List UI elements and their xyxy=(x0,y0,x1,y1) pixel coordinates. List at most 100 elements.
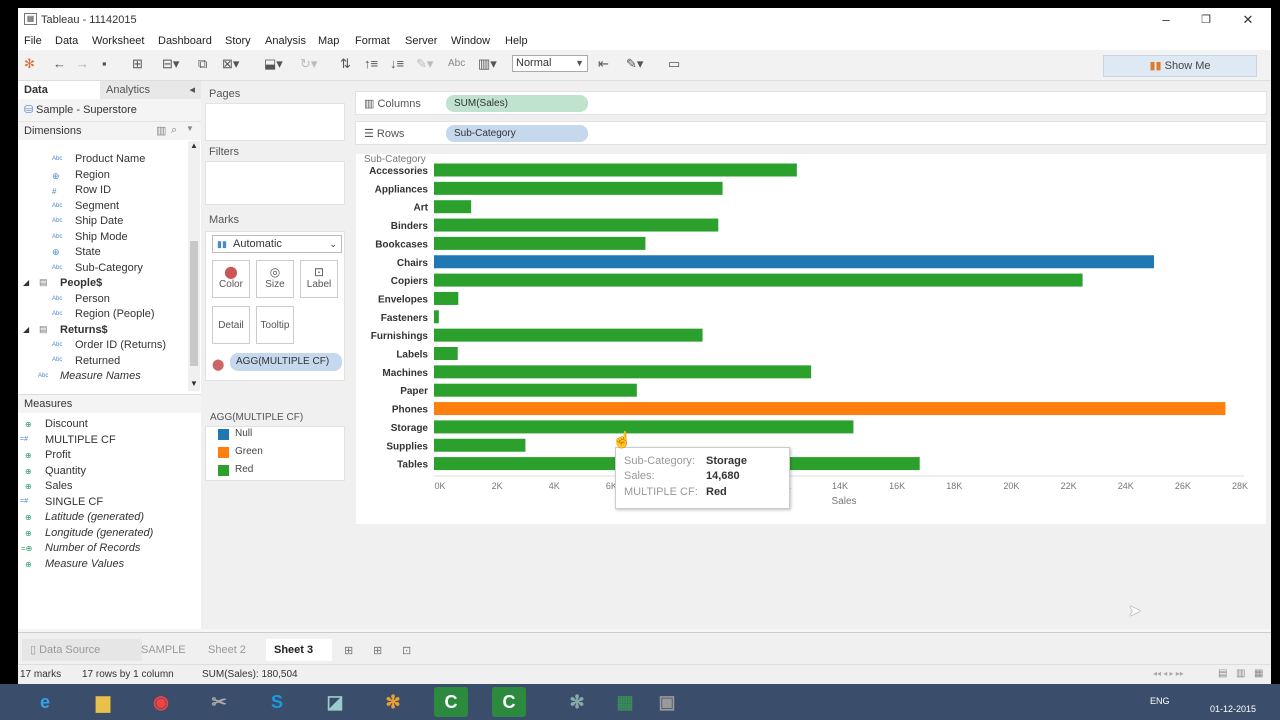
bar[interactable] xyxy=(434,420,854,434)
chevron-down-icon[interactable]: ▼ xyxy=(186,124,194,133)
dimensions-scrollbar[interactable]: ▲ ▼ xyxy=(188,141,200,391)
rows-shelf[interactable]: ☰ Rows Sub-Category xyxy=(355,121,1267,145)
field-latitude[interactable]: Latitude (generated) xyxy=(45,511,144,523)
field-measure-values[interactable]: Measure Values xyxy=(45,558,124,570)
presentation-icon[interactable]: ▭ xyxy=(668,57,680,71)
bar[interactable] xyxy=(434,438,526,452)
field-multiple-cf[interactable]: MULTIPLE CF xyxy=(45,434,116,446)
clear-sheet-icon[interactable]: ⊠▾ xyxy=(222,57,239,71)
detail-button[interactable]: Detail xyxy=(212,306,250,344)
label-button[interactable]: ⊡ Label xyxy=(300,260,338,298)
tray-lang[interactable]: ENG xyxy=(1150,696,1170,706)
file-explorer-icon[interactable]: ▆ xyxy=(86,687,120,717)
app-icon-2[interactable]: ◪ xyxy=(318,687,352,717)
excel-icon[interactable]: ▦ xyxy=(608,687,642,717)
bar[interactable] xyxy=(434,383,637,397)
refresh-icon[interactable]: ↻▾ xyxy=(300,57,317,71)
field-region[interactable]: Region xyxy=(75,169,110,181)
minimize-icon[interactable]: – xyxy=(1153,11,1179,29)
tray-date[interactable]: 01-12-2015 xyxy=(1210,704,1256,714)
bar[interactable] xyxy=(434,236,646,250)
bar[interactable] xyxy=(434,365,812,379)
datasource-row[interactable]: ⛁ Sample - Superstore xyxy=(18,99,201,122)
menu-dashboard[interactable]: Dashboard xyxy=(158,35,212,47)
film-strip-icon[interactable]: ▥ xyxy=(1236,668,1245,679)
tab-data-source[interactable]: ▯ Data Source xyxy=(22,639,142,661)
restore-icon[interactable]: ❐ xyxy=(1193,11,1219,29)
new-sheet-icon[interactable]: ⊟▾ xyxy=(162,57,179,71)
bar[interactable] xyxy=(434,181,723,195)
camtasia-recorder-icon[interactable]: C xyxy=(492,687,526,717)
save-icon[interactable]: ▪ xyxy=(102,57,107,71)
field-measure-names[interactable]: Measure Names xyxy=(60,370,141,382)
menu-window[interactable]: Window xyxy=(451,35,490,47)
field-ship-mode[interactable]: Ship Mode xyxy=(75,231,128,243)
menu-help[interactable]: Help xyxy=(505,35,528,47)
app-icon-3[interactable]: ▣ xyxy=(650,687,684,717)
bar[interactable] xyxy=(434,273,1083,287)
menu-analysis[interactable]: Analysis xyxy=(265,35,306,47)
bar[interactable] xyxy=(434,163,797,177)
menu-worksheet[interactable]: Worksheet xyxy=(92,35,144,47)
columns-shelf[interactable]: ▥ Columns SUM(Sales) xyxy=(355,91,1267,115)
scroll-down-icon[interactable]: ▼ xyxy=(190,379,198,388)
tab-analytics[interactable]: Analytics ◂ xyxy=(100,81,201,99)
labels-toggle[interactable]: Abc xyxy=(448,57,465,71)
field-number-of-records[interactable]: Number of Records xyxy=(45,542,140,554)
field-sub-category[interactable]: Sub-Category xyxy=(75,262,143,274)
new-worksheet-icon[interactable]: ⊞ xyxy=(344,644,353,657)
search-icon[interactable]: ⌕ xyxy=(171,124,177,137)
bar[interactable] xyxy=(434,255,1154,269)
sort-ascending-icon[interactable]: ↑≡ xyxy=(364,57,378,71)
new-datasource-icon[interactable]: ⊞ xyxy=(132,57,143,71)
tab-sample[interactable]: SAMPLE xyxy=(133,639,194,661)
rows-pill[interactable]: Sub-Category xyxy=(446,125,588,142)
expand-icon[interactable]: ◢ xyxy=(23,278,29,287)
chart-type-icon[interactable]: ▥▾ xyxy=(478,57,497,71)
snowflake-icon[interactable]: ✻ xyxy=(560,687,594,717)
field-quantity[interactable]: Quantity xyxy=(45,465,86,477)
camtasia-icon[interactable]: C xyxy=(434,687,468,717)
filters-shelf[interactable] xyxy=(205,161,345,205)
menu-map[interactable]: Map xyxy=(318,35,339,47)
legend-swatch-green[interactable] xyxy=(218,447,229,458)
pages-shelf[interactable] xyxy=(205,103,345,141)
field-row-id[interactable]: Row ID xyxy=(75,184,111,196)
bar[interactable] xyxy=(434,310,439,324)
field-region-people[interactable]: Region (People) xyxy=(75,308,155,320)
redo-icon[interactable]: → xyxy=(76,57,89,71)
tools-icon[interactable]: ✂ xyxy=(202,687,236,717)
size-button[interactable]: ◎ Size xyxy=(256,260,294,298)
duplicate-sheet-icon[interactable]: ⧉ xyxy=(198,57,207,71)
tableau-taskbar-icon[interactable]: ✻ xyxy=(376,687,410,717)
fit-select[interactable]: Normal ▼ xyxy=(512,55,588,72)
field-ship-date[interactable]: Ship Date xyxy=(75,215,123,227)
chrome-icon[interactable]: ◉ xyxy=(144,687,178,717)
bar[interactable] xyxy=(434,218,719,232)
field-profit[interactable]: Profit xyxy=(45,449,71,461)
tableau-logo-icon[interactable]: ✻ xyxy=(24,57,35,71)
internet-explorer-icon[interactable]: e xyxy=(28,687,62,717)
new-dashboard-icon[interactable]: ⊞ xyxy=(373,644,382,657)
field-returned[interactable]: Returned xyxy=(75,355,120,367)
tab-data[interactable]: Data xyxy=(18,81,108,99)
pause-updates-icon[interactable]: ⬓▾ xyxy=(264,57,283,71)
bar[interactable] xyxy=(434,402,1226,416)
mark-type-select[interactable]: ▮▮ Automatic ⌄ xyxy=(212,235,342,253)
color-button[interactable]: ⬤ Color xyxy=(212,260,250,298)
group-people[interactable]: People$ xyxy=(60,277,102,289)
scroll-up-icon[interactable]: ▲ xyxy=(190,141,198,150)
menu-file[interactable]: File xyxy=(24,35,42,47)
tab-sheet-2[interactable]: Sheet 2 xyxy=(200,639,254,661)
legend-swatch-red[interactable] xyxy=(218,465,229,476)
columns-pill[interactable]: SUM(Sales) xyxy=(446,95,588,112)
menu-format[interactable]: Format xyxy=(355,35,390,47)
field-single-cf[interactable]: SINGLE CF xyxy=(45,496,103,508)
field-state[interactable]: State xyxy=(75,246,101,258)
field-order-id-returns[interactable]: Order ID (Returns) xyxy=(75,339,166,351)
new-story-icon[interactable]: ⊡ xyxy=(402,644,411,657)
undo-icon[interactable]: ← xyxy=(53,57,66,71)
tabs-view-icon[interactable]: ▦ xyxy=(1254,668,1263,679)
field-discount[interactable]: Discount xyxy=(45,418,88,430)
collapse-icon[interactable]: ◂ xyxy=(189,81,195,99)
